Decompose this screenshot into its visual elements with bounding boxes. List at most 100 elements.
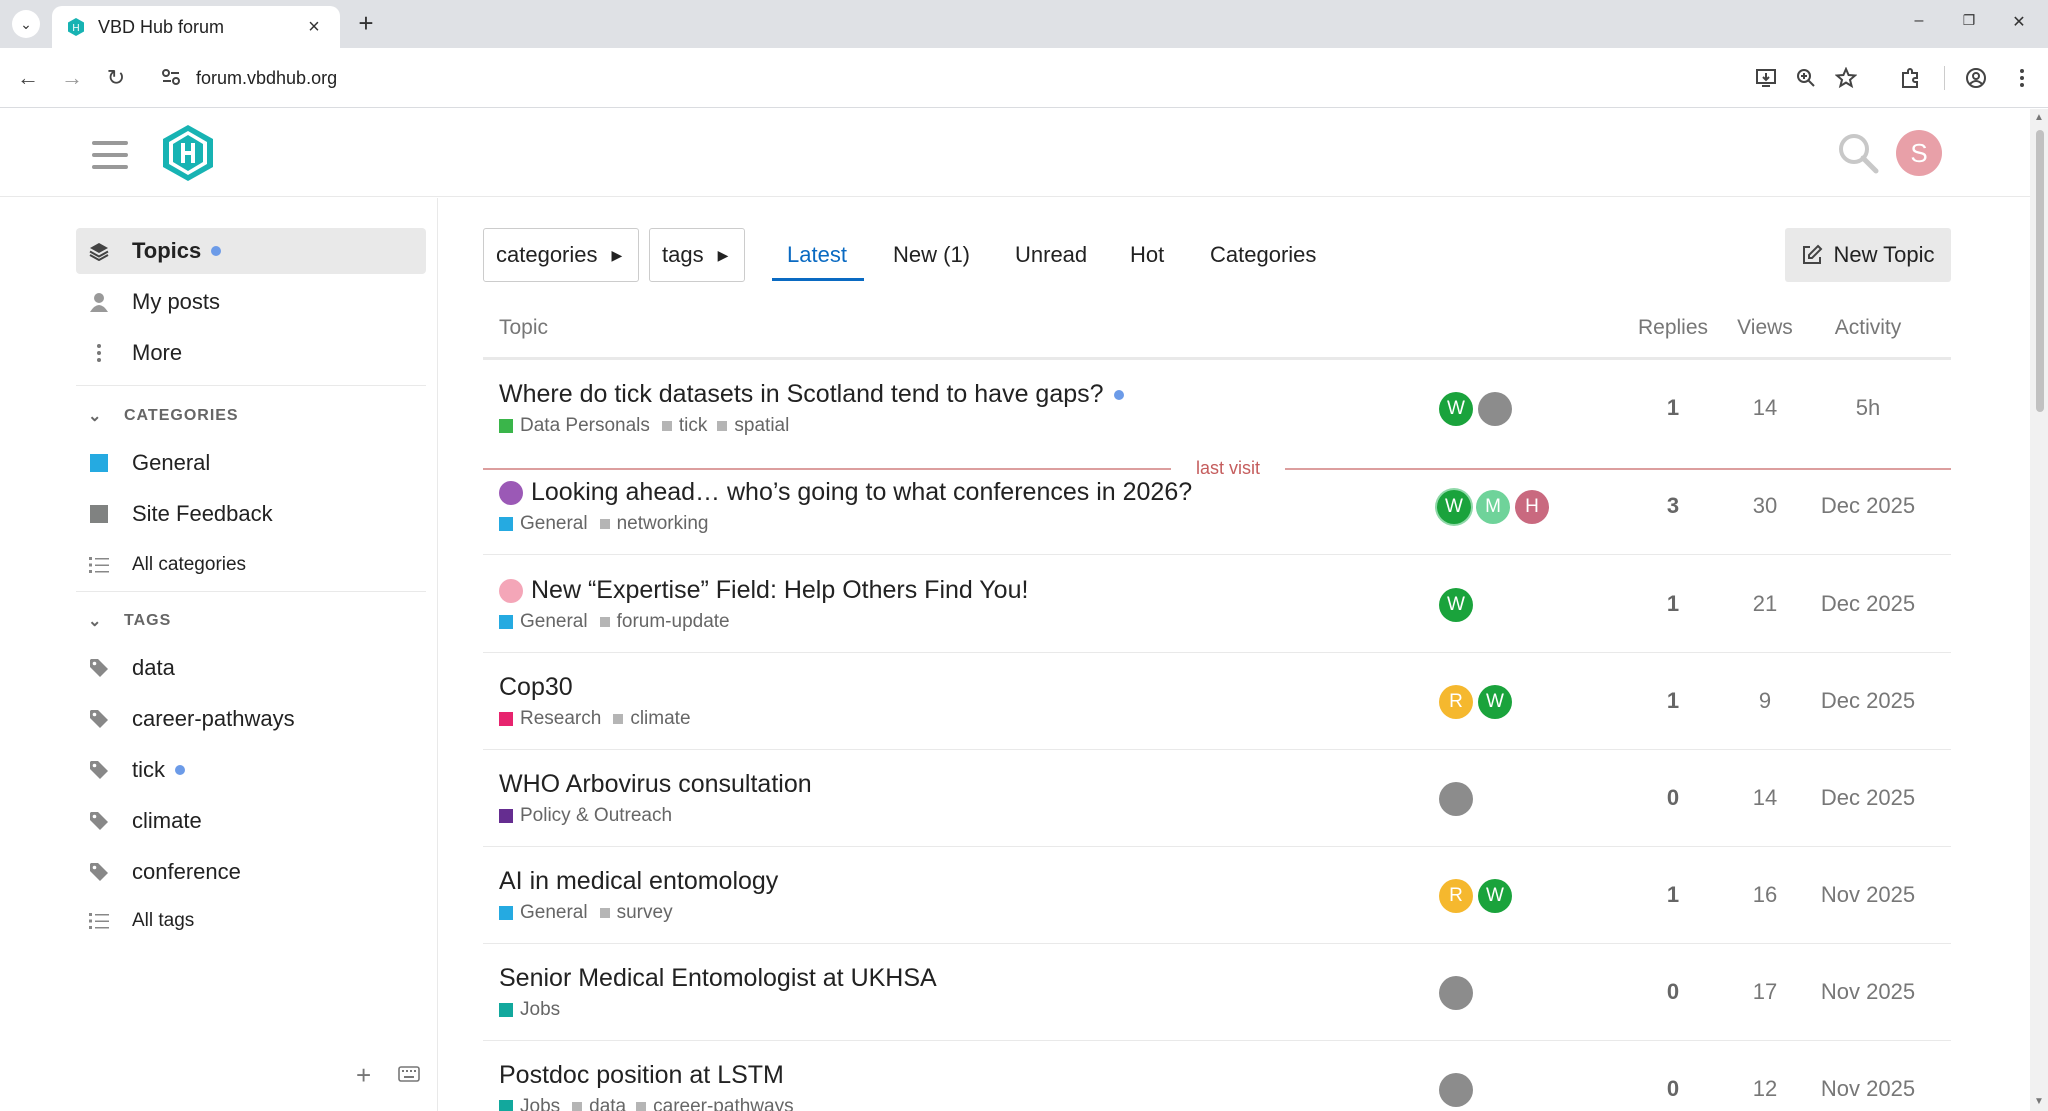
- new-tab-icon[interactable]: +: [352, 10, 380, 38]
- bookmark-star-icon[interactable]: [1832, 64, 1860, 92]
- scroll-down-arrow-icon[interactable]: ▼: [2034, 1096, 2044, 1107]
- topic-tag[interactable]: spatial: [717, 415, 789, 437]
- topic-tag[interactable]: climate: [613, 708, 691, 730]
- site-info-icon[interactable]: [160, 66, 182, 88]
- activity-time[interactable]: 5h: [1813, 395, 1923, 421]
- sidebar-item-tag-tick[interactable]: tick: [76, 747, 426, 793]
- scroll-up-arrow-icon[interactable]: ▲: [2034, 112, 2044, 123]
- topic-tag[interactable]: survey: [599, 902, 673, 924]
- address-bar[interactable]: [150, 56, 2030, 100]
- zoom-icon[interactable]: [1792, 64, 1820, 92]
- poster-avatar[interactable]: H: [1515, 490, 1549, 524]
- poster-avatar[interactable]: M: [1476, 490, 1510, 524]
- topic-row[interactable]: Senior Medical Entomologist at UKHSA Job…: [483, 944, 1951, 1041]
- window-restore-icon[interactable]: ❐: [1954, 12, 1984, 36]
- poster-avatar-photo[interactable]: [1478, 392, 1512, 426]
- topic-title-link[interactable]: New “Expertise” Field: Help Others Find …: [499, 576, 1028, 605]
- activity-time[interactable]: Dec 2025: [1813, 591, 1923, 617]
- topic-row[interactable]: WHO Arbovirus consultation Policy & Outr…: [483, 750, 1951, 847]
- sidebar-item-my-posts[interactable]: My posts: [76, 279, 426, 325]
- extensions-icon[interactable]: [1896, 64, 1924, 92]
- topic-title-link[interactable]: Senior Medical Entomologist at UKHSA: [499, 964, 937, 993]
- user-avatar[interactable]: S: [1896, 130, 1942, 176]
- window-close-icon[interactable]: ✕: [2004, 12, 2034, 36]
- sidebar-item-tag-conference[interactable]: conference: [76, 849, 426, 895]
- topic-category[interactable]: General: [499, 611, 588, 633]
- topic-row[interactable]: Cop30 Research climate R W 1 9 Dec 2025: [483, 653, 1951, 750]
- tab-latest[interactable]: Latest: [787, 242, 847, 268]
- browser-tab-active[interactable]: H VBD Hub forum ×: [52, 6, 340, 48]
- poster-avatar[interactable]: W: [1437, 490, 1471, 524]
- sidebar-item-all-categories[interactable]: All categories: [76, 542, 426, 588]
- activity-time[interactable]: Nov 2025: [1813, 882, 1923, 908]
- column-header-topic[interactable]: Topic: [499, 316, 548, 340]
- topic-category[interactable]: Research: [499, 708, 601, 730]
- column-header-activity[interactable]: Activity: [1813, 316, 1923, 340]
- activity-time[interactable]: Nov 2025: [1813, 979, 1923, 1005]
- poster-avatar[interactable]: W: [1478, 685, 1512, 719]
- back-arrow-icon[interactable]: ←: [12, 62, 44, 94]
- topic-tag[interactable]: networking: [599, 513, 709, 535]
- topic-title-link[interactable]: Postdoc position at LSTM: [499, 1061, 784, 1090]
- poster-avatar[interactable]: W: [1478, 879, 1512, 913]
- topic-row[interactable]: Postdoc position at LSTM Jobs data caree…: [483, 1041, 1951, 1111]
- topic-category[interactable]: Policy & Outreach: [499, 805, 672, 827]
- sidebar-item-tag-career-pathways[interactable]: career-pathways: [76, 696, 426, 742]
- categories-dropdown[interactable]: categories ▶: [483, 228, 639, 282]
- topic-category[interactable]: Data Personals: [499, 415, 650, 437]
- topic-title-link[interactable]: AI in medical entomology: [499, 867, 778, 896]
- topic-row[interactable]: Where do tick datasets in Scotland tend …: [483, 360, 1951, 458]
- sidebar-item-tag-climate[interactable]: climate: [76, 798, 426, 844]
- poster-avatar[interactable]: W: [1439, 588, 1473, 622]
- poster-avatar[interactable]: W: [1439, 392, 1473, 426]
- tab-unread[interactable]: Unread: [1015, 242, 1087, 268]
- topic-category[interactable]: General: [499, 513, 588, 535]
- topic-title-link[interactable]: WHO Arbovirus consultation: [499, 770, 812, 799]
- tags-dropdown[interactable]: tags ▶: [649, 228, 745, 282]
- site-logo[interactable]: [160, 123, 216, 183]
- tab-new[interactable]: New (1): [893, 242, 970, 268]
- activity-time[interactable]: Dec 2025: [1813, 785, 1923, 811]
- reload-icon[interactable]: ↻: [100, 62, 132, 94]
- column-header-replies[interactable]: Replies: [1623, 316, 1723, 340]
- sidebar-item-general[interactable]: General: [76, 440, 426, 486]
- poster-avatar-photo[interactable]: [1439, 1073, 1473, 1107]
- window-minimize-icon[interactable]: –: [1904, 12, 1934, 36]
- topic-category[interactable]: Jobs: [499, 999, 560, 1021]
- activity-time[interactable]: Nov 2025: [1813, 1076, 1923, 1102]
- browser-menu-icon[interactable]: [2008, 64, 2036, 92]
- scrollbar-thumb[interactable]: [2036, 130, 2044, 412]
- sidebar-item-site-feedback[interactable]: Site Feedback: [76, 491, 426, 537]
- topic-row[interactable]: AI in medical entomology General survey …: [483, 847, 1951, 944]
- topic-tag[interactable]: tick: [661, 415, 707, 437]
- tab-close-icon[interactable]: ×: [302, 16, 326, 39]
- add-section-icon[interactable]: +: [356, 1060, 371, 1091]
- activity-time[interactable]: Dec 2025: [1813, 688, 1923, 714]
- topic-title-link[interactable]: Looking ahead… who’s going to what confe…: [499, 478, 1192, 507]
- sidebar-item-all-tags[interactable]: All tags: [76, 898, 426, 944]
- tab-hot[interactable]: Hot: [1130, 242, 1164, 268]
- topic-row[interactable]: Looking ahead… who’s going to what confe…: [483, 458, 1951, 555]
- hamburger-menu-icon[interactable]: [92, 141, 128, 173]
- keyboard-icon[interactable]: [398, 1066, 420, 1082]
- poster-avatar-photo[interactable]: [1439, 976, 1473, 1010]
- activity-time[interactable]: Dec 2025: [1813, 493, 1923, 519]
- new-topic-button[interactable]: New Topic: [1785, 228, 1951, 282]
- tab-search-chevron-icon[interactable]: ⌄: [12, 10, 40, 38]
- forward-arrow-icon[interactable]: →: [56, 62, 88, 94]
- sidebar-item-tag-data[interactable]: data: [76, 645, 426, 691]
- topic-title-link[interactable]: Cop30: [499, 673, 573, 702]
- topic-title-link[interactable]: Where do tick datasets in Scotland tend …: [499, 380, 1124, 409]
- topic-tag[interactable]: forum-update: [599, 611, 730, 633]
- topic-tag[interactable]: data: [572, 1096, 626, 1111]
- poster-avatar[interactable]: R: [1439, 685, 1473, 719]
- topic-category[interactable]: Jobs: [499, 1096, 560, 1111]
- url-text[interactable]: forum.vbdhub.org: [196, 68, 337, 89]
- tags-section-toggle[interactable]: ⌄ TAGS: [88, 611, 171, 631]
- topic-category[interactable]: General: [499, 902, 588, 924]
- profile-icon[interactable]: [1962, 64, 1990, 92]
- sidebar-item-more[interactable]: More: [76, 330, 426, 376]
- install-app-icon[interactable]: [1752, 64, 1780, 92]
- sidebar-item-topics[interactable]: Topics: [76, 228, 426, 274]
- column-header-views[interactable]: Views: [1727, 316, 1803, 340]
